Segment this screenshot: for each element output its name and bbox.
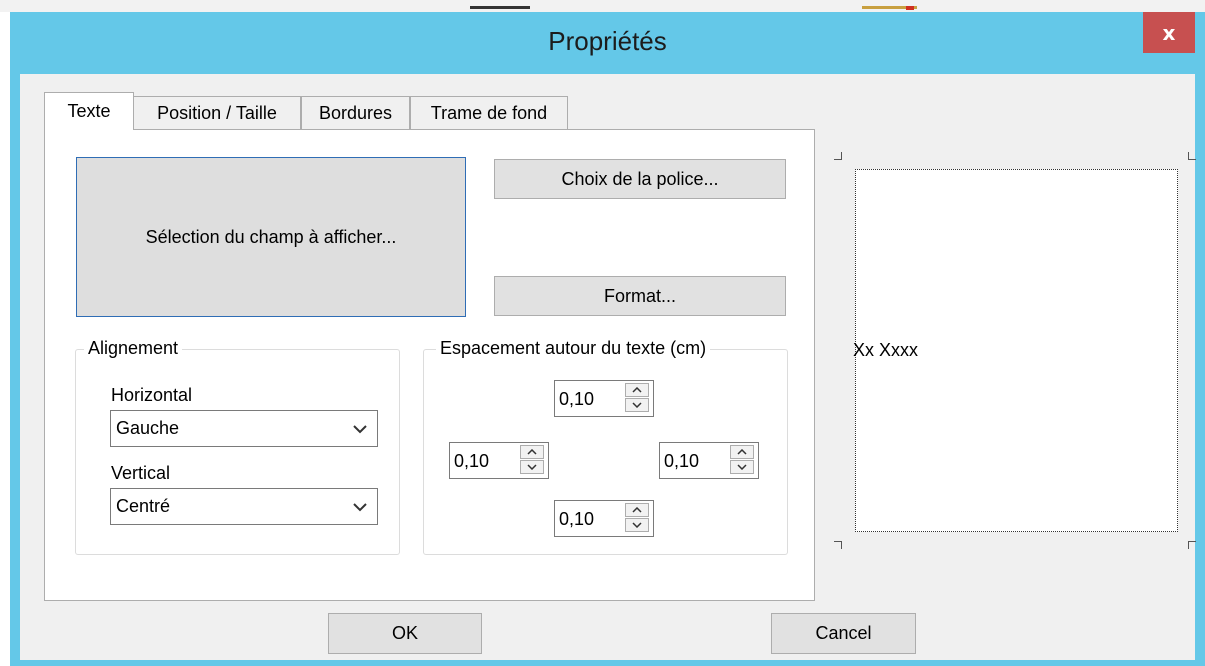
preview-sample-text: Xx Xxxx — [853, 340, 919, 360]
background-mark — [470, 6, 530, 9]
dialog-title: Propriétés — [548, 26, 667, 56]
title-bar[interactable]: Propriétés x — [10, 12, 1205, 74]
horizontal-label: Horizontal — [111, 385, 193, 405]
spin-up-icon[interactable] — [625, 383, 649, 397]
vertical-label: Vertical — [111, 463, 171, 483]
tab-label: Bordures — [318, 102, 393, 123]
vertical-select[interactable]: Centré — [110, 488, 378, 525]
spin-up-icon[interactable] — [625, 503, 649, 517]
crop-mark — [834, 152, 842, 160]
chevron-down-icon — [351, 498, 369, 516]
spacing-top-spinner[interactable]: 0,10 — [554, 380, 654, 417]
close-icon: x — [1162, 20, 1176, 45]
cancel-button[interactable]: Cancel — [771, 613, 916, 654]
tab-texte[interactable]: Texte — [44, 92, 134, 130]
horizontal-value: Gauche — [116, 418, 180, 438]
vertical-value: Centré — [116, 496, 171, 516]
crop-mark — [1188, 541, 1196, 549]
spacing-bottom-value: 0,10 — [559, 509, 595, 529]
spinner-arrows — [625, 383, 651, 414]
select-field-button[interactable]: Sélection du champ à afficher... — [76, 157, 466, 317]
tab-label: Texte — [67, 101, 111, 121]
tab-position-taille[interactable]: Position / Taille — [133, 96, 301, 129]
tab-label: Position / Taille — [157, 102, 277, 123]
spacing-legend: Espacement autour du texte (cm) — [436, 338, 711, 359]
format-button[interactable]: Format... — [494, 276, 786, 316]
crop-mark — [834, 541, 842, 549]
dialog-body: Texte Position / Taille Bordures Trame d… — [20, 74, 1196, 660]
spacing-group: Espacement autour du texte (cm) 0,10 0,1… — [423, 338, 788, 555]
spacing-top-value: 0,10 — [559, 389, 595, 409]
spacing-left-value: 0,10 — [454, 451, 490, 471]
spin-down-icon[interactable] — [520, 460, 544, 474]
tab-bordures[interactable]: Bordures — [301, 96, 410, 129]
font-choice-button[interactable]: Choix de la police... — [494, 159, 786, 199]
spinner-arrows — [520, 445, 546, 476]
alignment-group: Alignement Horizontal Gauche Vertical Ce… — [75, 338, 400, 555]
ok-button[interactable]: OK — [328, 613, 482, 654]
alignment-legend: Alignement — [84, 338, 183, 359]
spacing-right-value: 0,10 — [664, 451, 700, 471]
spin-down-icon[interactable] — [625, 398, 649, 412]
properties-dialog: Propriétés x Texte Position / Taille Bor… — [10, 12, 1205, 666]
tab-label: Trame de fond — [430, 102, 548, 123]
spin-up-icon[interactable] — [730, 445, 754, 459]
spin-down-icon[interactable] — [625, 518, 649, 532]
horizontal-select[interactable]: Gauche — [110, 410, 378, 447]
spacing-left-spinner[interactable]: 0,10 — [449, 442, 549, 479]
background-mark — [906, 6, 914, 10]
chevron-down-icon — [351, 420, 369, 438]
spinner-arrows — [730, 445, 756, 476]
spin-up-icon[interactable] — [520, 445, 544, 459]
spacing-right-spinner[interactable]: 0,10 — [659, 442, 759, 479]
spinner-arrows — [625, 503, 651, 534]
tab-trame-de-fond[interactable]: Trame de fond — [410, 96, 568, 129]
spin-down-icon[interactable] — [730, 460, 754, 474]
spacing-bottom-spinner[interactable]: 0,10 — [554, 500, 654, 537]
close-button[interactable]: x — [1143, 12, 1195, 53]
tab-panel-texte: Sélection du champ à afficher... Choix d… — [44, 129, 815, 601]
background-strip — [0, 0, 1205, 12]
crop-mark — [1188, 152, 1196, 160]
